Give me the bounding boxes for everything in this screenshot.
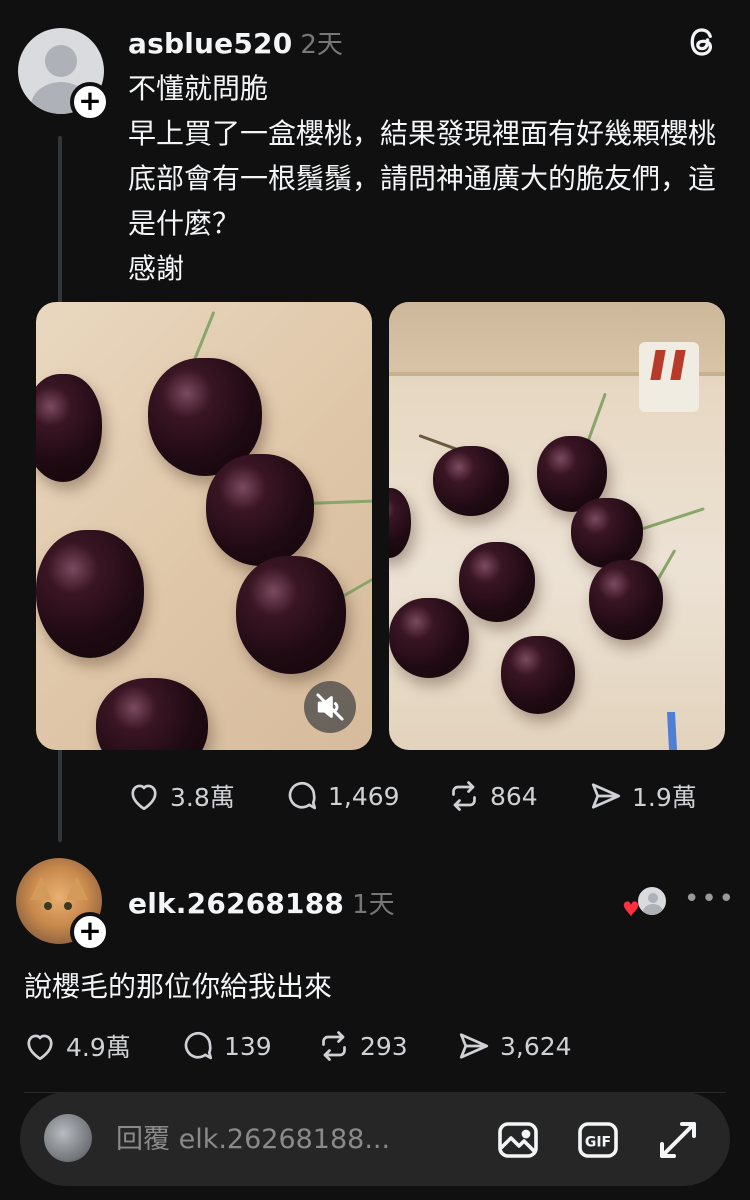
reply-share-button[interactable]: 3,624: [456, 1028, 572, 1064]
repost-icon: [452, 781, 476, 811]
follow-plus-button[interactable]: +: [70, 82, 110, 122]
liked-heart-icon: ♥: [622, 897, 640, 921]
muted-speaker-icon: [316, 693, 344, 721]
reply-comment-count: 139: [224, 1031, 272, 1061]
post-line-3: 感謝: [128, 252, 185, 285]
post-like-button[interactable]: 3.8萬: [126, 778, 235, 814]
expand-icon[interactable]: [654, 1116, 702, 1164]
comment-icon: [184, 1031, 213, 1060]
reply-like-button[interactable]: 4.9萬: [22, 1028, 131, 1064]
post-image[interactable]: [389, 302, 725, 750]
post-line-2: 早上買了一盒櫻桃，結果發現裡面有好幾顆櫻桃底部會有一根鬚鬚，請問神通廣大的脆友們…: [128, 117, 717, 240]
reply-share-count: 3,624: [500, 1031, 572, 1061]
post-repost-count: 864: [490, 781, 538, 811]
reply-repost-button[interactable]: 293: [316, 1028, 408, 1064]
post-repost-button[interactable]: 864: [446, 778, 538, 814]
mute-toggle-button[interactable]: [304, 681, 356, 733]
reply-body: 說櫻毛的那位你給我出來: [24, 970, 333, 1003]
reply-username[interactable]: elk.26268188: [128, 887, 344, 920]
reply-header: elk.26268188 1天: [128, 884, 395, 921]
author-liked-indicator: ♥: [622, 885, 670, 919]
repost-icon: [322, 1031, 346, 1061]
post-video[interactable]: [36, 302, 372, 750]
heart-icon: [27, 1034, 53, 1061]
comment-icon: [288, 781, 317, 810]
reply-composer: GIF: [20, 1092, 730, 1186]
post-line-1: 不懂就問脆: [128, 72, 269, 105]
reply-comment-button[interactable]: 139: [180, 1028, 272, 1064]
post-username[interactable]: asblue520: [128, 27, 292, 60]
reply-follow-plus-button[interactable]: +: [70, 912, 110, 952]
post-header: asblue520 2天: [128, 24, 343, 61]
reply-time: 1天: [352, 890, 395, 920]
post-comment-button[interactable]: 1,469: [284, 778, 400, 814]
author-mini-avatar: [636, 885, 668, 917]
svg-text:GIF: GIF: [585, 1134, 611, 1150]
post-time: 2天: [300, 30, 343, 60]
gif-icon[interactable]: GIF: [574, 1116, 622, 1164]
share-icon: [459, 1033, 489, 1059]
post-like-count: 3.8萬: [170, 783, 235, 812]
heart-icon: [131, 784, 157, 811]
image-icon[interactable]: [494, 1116, 542, 1164]
post-share-count: 1.9萬: [632, 783, 697, 812]
post-comment-count: 1,469: [328, 781, 400, 811]
current-user-avatar: [44, 1114, 92, 1162]
reply-like-count: 4.9萬: [66, 1033, 131, 1062]
reply-input[interactable]: [116, 1119, 476, 1159]
share-icon: [591, 783, 621, 809]
threads-logo-icon[interactable]: [684, 24, 720, 60]
post-share-button[interactable]: 1.9萬: [588, 778, 697, 814]
post-body: 不懂就問脆 早上買了一盒櫻桃，結果發現裡面有好幾顆櫻桃底部會有一根鬚鬚，請問神通…: [128, 66, 728, 291]
more-icon[interactable]: •••: [684, 884, 736, 914]
reply-repost-count: 293: [360, 1031, 408, 1061]
